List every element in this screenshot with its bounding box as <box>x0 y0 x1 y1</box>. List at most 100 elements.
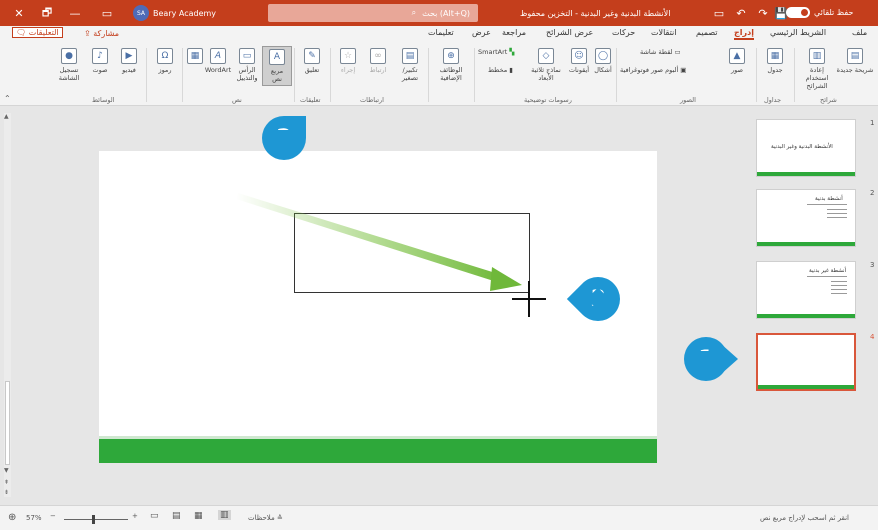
presenter-view-icon[interactable]: ▭ <box>150 511 159 521</box>
cube-icon: ◇ <box>538 48 554 64</box>
images-button[interactable]: ▲ صور <box>722 48 752 74</box>
zoom-slider[interactable] <box>64 519 128 520</box>
toggle-switch[interactable] <box>786 7 810 18</box>
present-icon[interactable]: ▭ <box>708 0 730 26</box>
star-icon: ☆ <box>340 48 356 64</box>
zoom-in-icon[interactable]: + <box>132 512 138 520</box>
addins-label: الوظائف الإضافية <box>439 66 463 82</box>
tab-slideshow[interactable]: عرض الشرائح <box>546 28 593 37</box>
date-icon: ▦ <box>187 48 203 64</box>
collapse-ribbon-icon[interactable]: ⌃ <box>4 94 11 103</box>
slide-thumbnail-3[interactable]: أنشطة غير بدنية <box>756 261 856 319</box>
zoom-slider-thumb[interactable] <box>92 515 95 524</box>
reading-view-icon[interactable]: ▤ <box>172 511 181 521</box>
account-name: Beary Academy <box>153 8 217 18</box>
new-slide-label: شريحة جديدة <box>836 66 874 74</box>
ribbon: ▤ شريحة جديدة ▥ إعادة استخدام الشرائح شرائ… <box>0 44 878 106</box>
tab-design[interactable]: تصميم <box>696 28 718 37</box>
tab-help[interactable]: تعليمات <box>428 28 454 37</box>
smartart-icon: ▚ <box>509 48 515 56</box>
search-placeholder: بحث (Alt+Q) <box>422 8 470 18</box>
text-more-button[interactable]: ▦ <box>186 48 204 66</box>
scroll-down-icon[interactable]: ▼ <box>4 467 9 474</box>
thumbnail-text-line <box>831 285 847 286</box>
group-separator <box>474 48 475 102</box>
tab-home[interactable]: الشريط الرئيسي <box>770 28 826 37</box>
smartart-label: SmartArt <box>478 48 508 56</box>
screenshot-button[interactable]: لقطة شاشة ▭ <box>640 48 720 56</box>
prev-slide-icon[interactable]: ⇞ <box>4 479 9 486</box>
comment-button[interactable]: ✎ تعليق <box>298 48 326 74</box>
vertical-scrollbar[interactable]: ▲ ▼ ⇞ ⇟ <box>4 113 11 497</box>
icons-label: أيقونات <box>568 66 590 74</box>
screen-recording-button[interactable]: ● تسجيل الشاشة <box>52 48 86 82</box>
group-label-links: ارتباطات <box>360 96 384 104</box>
tab-animations[interactable]: حركات <box>612 28 635 37</box>
table-button[interactable]: ▦ جدول <box>760 48 790 74</box>
slide-thumbnail-1[interactable]: الأنشطة البدنية وغير البدنية <box>756 119 856 177</box>
share-button[interactable]: ⇪ مشاركة <box>84 29 119 38</box>
thumbnail-footer-bar <box>757 314 855 318</box>
group-separator <box>756 48 757 102</box>
slide-canvas[interactable] <box>99 151 657 463</box>
slide-thumbnail-2[interactable]: أنشطة بدنية <box>756 189 856 247</box>
text-box-outline[interactable] <box>294 213 530 293</box>
action-button[interactable]: ☆ إجراء <box>334 48 362 74</box>
slide-thumbnail-4[interactable] <box>756 333 856 391</box>
tab-insert[interactable]: إدراج <box>734 28 754 40</box>
photo-album-button[interactable]: ألبوم صور فوتوغرافية ▣ <box>620 66 720 74</box>
text-box-button[interactable]: A مربع نص <box>262 46 292 86</box>
minimize-button[interactable]: — <box>64 0 86 26</box>
account-area[interactable]: SA Beary Academy <box>133 5 216 21</box>
addins-button[interactable]: ⊕ الوظائف الإضافية <box>432 48 470 82</box>
scroll-up-icon[interactable]: ▲ <box>4 113 9 120</box>
tab-view[interactable]: عرض <box>472 28 491 37</box>
photo-album-label: ألبوم صور فوتوغرافية <box>620 66 679 74</box>
reuse-slides-button[interactable]: ▥ إعادة استخدام الشرائح <box>798 48 836 90</box>
zoom-percent[interactable]: 57% <box>26 514 42 522</box>
zoom-button[interactable]: ▤ تكبير/تصغير <box>396 48 424 82</box>
autosave-toggle[interactable]: حفظ تلقائي <box>786 7 853 18</box>
speaker-icon: ♪ <box>92 48 108 64</box>
normal-view-icon[interactable]: ▥ <box>218 510 231 520</box>
shapes-button[interactable]: ◯ أشكال <box>592 48 614 74</box>
shapes-icon: ◯ <box>595 48 611 64</box>
wordart-button[interactable]: A WordArt <box>204 48 232 74</box>
3d-models-button[interactable]: ◇ نماذج ثلاثية الأبعاد <box>526 48 566 82</box>
callout-1-number: 1 <box>698 346 714 372</box>
document-title: الأنشطة البدنية وغير البدنية - التخزين م… <box>520 8 671 18</box>
icons-button[interactable]: ☺ أيقونات <box>566 48 592 74</box>
video-button[interactable]: ▶ فيديو <box>114 48 144 74</box>
undo-icon[interactable]: ↶ <box>730 0 752 26</box>
close-button[interactable]: ✕ <box>8 0 30 26</box>
slide-editor[interactable]: ▲ ▼ ⇞ ⇟ 2 3 <box>0 107 748 505</box>
slide-sorter-icon[interactable]: ▦ <box>194 511 203 521</box>
group-label-media: الوسائط <box>92 96 115 104</box>
smartart-button[interactable]: SmartArt ▚ <box>478 48 524 56</box>
new-slide-button[interactable]: ▤ شريحة جديدة <box>836 48 874 74</box>
link-button[interactable]: ∞ ارتباط <box>364 48 392 74</box>
tab-review[interactable]: مراجعة <box>502 28 526 37</box>
comments-label: التعليقات <box>28 28 59 37</box>
audio-button[interactable]: ♪ صوت <box>86 48 114 74</box>
comments-button[interactable]: 🗨 التعليقات <box>12 27 63 38</box>
zoom-out-icon[interactable]: − <box>50 512 56 520</box>
chart-button[interactable]: مخطط ▮ <box>488 66 524 74</box>
tab-file[interactable]: ملف <box>852 28 867 37</box>
scroll-thumb[interactable] <box>5 381 10 465</box>
notes-button[interactable]: ملاحظات ≙ <box>248 514 283 522</box>
symbols-button[interactable]: Ω رموز <box>150 48 180 74</box>
group-separator <box>330 48 331 102</box>
header-footer-button[interactable]: ▭ الرأس والتذييل <box>232 48 262 82</box>
next-slide-icon[interactable]: ⇟ <box>4 489 9 496</box>
tab-transitions[interactable]: انتقالات <box>651 28 676 37</box>
restore-button[interactable]: 🗗 <box>36 0 58 26</box>
ribbon-display-icon[interactable]: ▭ <box>96 0 118 26</box>
slide-thumbnail-title: الأنشطة البدنية وغير البدنية <box>771 144 833 150</box>
table-icon: ▦ <box>767 48 783 64</box>
slide-number: 2 <box>870 189 875 197</box>
fit-slide-icon[interactable]: ⊕ <box>8 512 16 523</box>
zoom-icon: ▤ <box>402 48 418 64</box>
search-input[interactable]: ⌕ بحث (Alt+Q) <box>268 4 478 22</box>
autosave-label: حفظ تلقائي <box>814 8 854 17</box>
